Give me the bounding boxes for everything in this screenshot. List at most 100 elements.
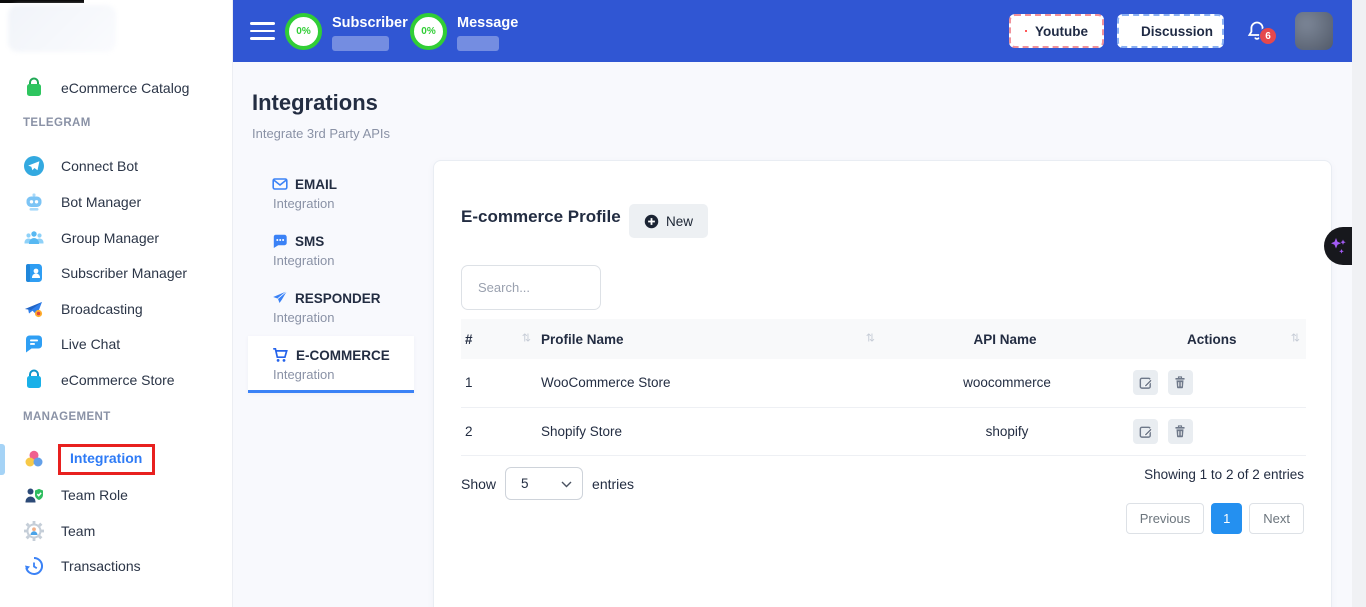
column-header-profile-name[interactable]: Profile Name⇅ [537,319,881,359]
delete-button[interactable] [1168,419,1193,444]
subnav-item-subtitle: Integration [273,253,390,268]
sidebar-item-label: Live Chat [61,336,120,352]
responder-icon [272,290,288,306]
browser-scrollbar[interactable] [1352,0,1366,607]
cell-num: 2 [461,407,537,455]
contacts-icon [22,261,46,285]
message-stat: 0% Message [410,13,518,51]
sidebar-item-transactions[interactable]: Transactions [22,550,222,582]
sidebar-item-label: Integration [70,450,142,466]
avatar-blurred-image [1295,12,1333,50]
subnav-item-title: EMAIL [295,177,337,192]
shopping-bag-green-icon [22,76,46,100]
sidebar-item-label: Broadcasting [61,301,143,317]
entries-summary: Showing 1 to 2 of 2 entries [1144,467,1304,482]
edit-button[interactable] [1133,370,1158,395]
search-input[interactable] [461,265,601,310]
top-header-bar: 0% Subscriber 0% Message Youtube Discuss… [233,0,1352,62]
store-bag-icon [22,368,46,392]
integration-icon [22,447,46,471]
subscriber-stat: 0% Subscriber [285,13,408,51]
subnav-item-subtitle: Integration [273,310,390,325]
sidebar-item-label: eCommerce Store [61,372,175,388]
subnav-item-subtitle: Integration [273,196,390,211]
delete-button[interactable] [1168,370,1193,395]
ecommerce-cart-icon [272,347,289,363]
new-button-label: New [666,214,693,229]
logo[interactable] [8,5,116,52]
sms-icon [272,233,288,249]
column-header-actions[interactable]: Actions⇅ [1129,319,1306,359]
show-label: Show [461,476,496,492]
pagination: Previous 1 Next [1126,503,1304,534]
youtube-button[interactable]: Youtube [1009,14,1104,48]
table-header-row: #⇅ Profile Name⇅ API Name Actions⇅ [461,319,1306,359]
cell-api-name: shopify [881,407,1129,455]
new-profile-button[interactable]: New [629,204,708,238]
plus-circle-icon [644,214,659,229]
sidebar-item-group-manager[interactable]: Group Manager [22,222,222,254]
team-role-icon [22,483,46,507]
sidebar-item-live-chat[interactable]: Live Chat [22,328,222,360]
cell-profile-name: Shopify Store [537,407,881,455]
sidebar-item-team[interactable]: Team [22,515,222,547]
sidebar-item-label: Subscriber Manager [61,265,187,281]
avatar[interactable] [1295,12,1333,50]
sort-icon: ⇅ [522,331,531,344]
column-header-num[interactable]: #⇅ [461,319,537,359]
sidebar-item-label: Team [61,523,95,539]
cell-num: 1 [461,359,537,407]
edit-button[interactable] [1133,419,1158,444]
group-icon [22,226,46,250]
ecommerce-profile-card: E-commerce Profile New #⇅ Profile Name⇅ … [433,160,1332,607]
sidebar-section-telegram: TELEGRAM [23,117,91,129]
sort-icon: ⇅ [866,331,875,344]
active-item-indicator [0,444,5,475]
table-row: 1 WooCommerce Store woocommerce [461,359,1306,407]
robot-icon [22,190,46,214]
chat-bubble-icon [22,332,46,356]
panel-title: E-commerce Profile [461,207,621,227]
current-page-button[interactable]: 1 [1211,503,1242,534]
subscriber-progress-ring: 0% [285,13,322,50]
sidebar-item-subscriber-manager[interactable]: Subscriber Manager [22,257,222,289]
team-icon [22,519,46,543]
sidebar-item-ecommerce-store[interactable]: eCommerce Store [22,364,222,396]
discussion-button-label: Discussion [1141,24,1213,39]
sparkles-icon [1328,234,1348,258]
trash-icon [1173,375,1187,390]
subnav-item-sms[interactable]: SMS Integration [248,222,414,279]
annotation-highlight-box: Integration [58,444,155,475]
sidebar: eCommerce Catalog TELEGRAM Connect Bot B… [0,0,233,607]
column-header-api-name[interactable]: API Name [881,319,1129,359]
table-row: 2 Shopify Store shopify [461,407,1306,455]
edit-icon [1138,375,1153,390]
subnav-item-subtitle: Integration [273,367,390,382]
cell-actions [1129,359,1306,407]
subnav-item-email[interactable]: EMAIL Integration [248,165,414,222]
main-content: Integrations Integrate 3rd Party APIs EM… [233,62,1352,607]
hamburger-menu-icon[interactable] [250,22,275,40]
sidebar-item-label: eCommerce Catalog [61,80,189,96]
sidebar-item-label: Group Manager [61,230,159,246]
page-size-select[interactable]: 5 [505,467,583,500]
cell-api-name: woocommerce [881,359,1129,407]
broadcast-icon [22,297,46,321]
subnav-item-responder[interactable]: RESPONDER Integration [248,279,414,336]
sidebar-item-connect-bot[interactable]: Connect Bot [22,150,222,182]
message-stat-label: Message [457,15,518,31]
sidebar-item-team-role[interactable]: Team Role [22,479,222,511]
discussion-button[interactable]: Discussion [1117,14,1224,48]
subnav-item-ecommerce[interactable]: E-COMMERCE Integration [248,336,414,393]
redacted-message-value [457,36,499,51]
page-size-value: 5 [521,476,529,491]
sidebar-item-bot-manager[interactable]: Bot Manager [22,186,222,218]
sidebar-item-ecommerce-catalog[interactable]: eCommerce Catalog [22,72,222,104]
redacted-subscriber-value [332,36,389,51]
sidebar-item-integration[interactable]: Integration [22,443,222,475]
next-page-button[interactable]: Next [1249,503,1304,534]
integration-type-nav: EMAIL Integration SMS Integration RESPON… [248,165,414,393]
previous-page-button[interactable]: Previous [1126,503,1205,534]
sidebar-item-broadcasting[interactable]: Broadcasting [22,293,222,325]
transactions-icon [22,554,46,578]
